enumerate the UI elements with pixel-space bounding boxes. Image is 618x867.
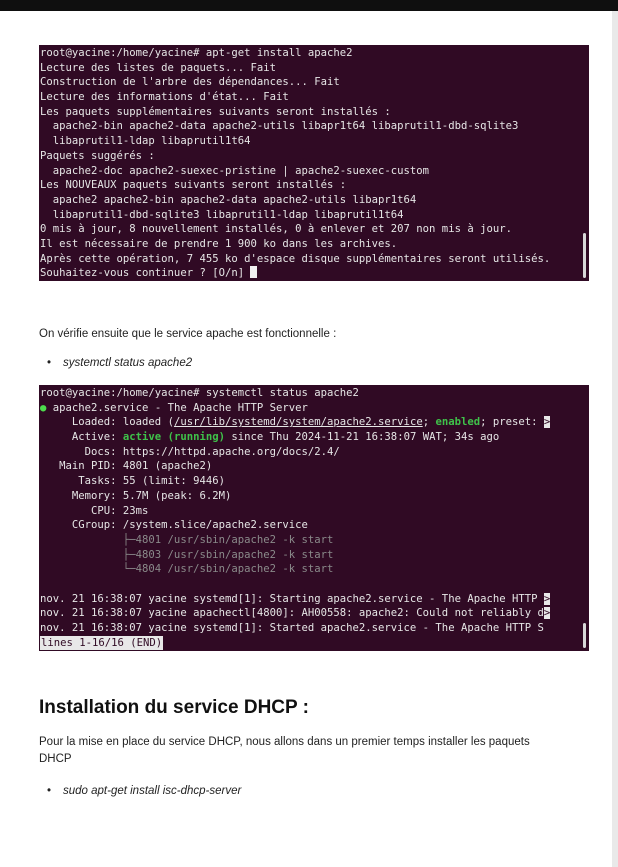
terminal-line: Les NOUVEAUX paquets suivants seront ins…	[40, 179, 347, 192]
section-heading-dhcp: Installation du service DHCP :	[39, 697, 309, 718]
log-text: nov. 21 16:38:07 yacine apachectl[4800]:…	[40, 607, 544, 620]
log-line: nov. 21 16:38:07 yacine systemd[1]: Star…	[40, 592, 589, 607]
tasks-line: Tasks: 55 (limit: 9446)	[40, 475, 225, 488]
paragraph-apache-check: On vérifie ensuite que le service apache…	[39, 328, 337, 340]
terminal-line: Lecture des informations d'état... Fait	[40, 91, 289, 104]
overflow-marker-icon: >	[543, 416, 551, 429]
pager-end-indicator: lines 1-16/16 (END)	[40, 635, 164, 651]
terminal-systemctl-status: root@yacine:/home/yacine# systemctl stat…	[39, 385, 589, 651]
loaded-text: loaded (	[122, 416, 174, 429]
terminal-scrollbar[interactable]	[583, 623, 586, 648]
service-title: apache2.service - The Apache HTTP Server	[46, 401, 308, 414]
cpu-line: CPU: 23ms	[40, 504, 149, 517]
service-line: ● apache2.service - The Apache HTTP Serv…	[40, 401, 589, 416]
terminal-line: Paquets suggérés :	[40, 149, 155, 162]
active-line: Active: active (running) since Thu 2024-…	[40, 430, 589, 445]
enabled-status: enabled	[435, 416, 481, 429]
bullet-command: sudo apt-get install isc-dhcp-server	[63, 785, 242, 797]
terminal-line: libaprutil1-dbd-sqlite3 libaprutil1-ldap…	[40, 208, 404, 221]
mainpid-line: Main PID: 4801 (apache2)	[40, 460, 213, 473]
terminal-line: Il est nécessaire de prendre 1 900 ko da…	[40, 237, 398, 250]
terminal-line: Les paquets supplémentaires suivants ser…	[40, 105, 391, 118]
log-text: nov. 21 16:38:07 yacine systemd[1]: Star…	[40, 622, 544, 634]
terminal-line: apache2 apache2-bin apache2-data apache2…	[40, 193, 417, 206]
terminal-line: Construction de l'arbre des dépendances.…	[40, 76, 340, 89]
active-since: since Thu 2024-11-21 16:38:07 WAT; 34s a…	[224, 431, 500, 444]
text-cursor	[250, 266, 258, 279]
log-text: nov. 21 16:38:07 yacine systemd[1]: Star…	[40, 592, 544, 605]
docs-label: Docs:	[40, 445, 123, 458]
active-label: Active:	[40, 431, 123, 444]
terminal-prompt: root@yacine:/home/yacine# systemctl stat…	[40, 387, 359, 399]
bullet-item: systemctl status apache2	[47, 357, 192, 369]
log-line: nov. 21 16:38:07 yacine systemd[1]: Star…	[40, 621, 589, 636]
pager-status: lines 1-16/16 (END)	[40, 635, 589, 651]
terminal-line: Après cette opération, 7 455 ko d'espace…	[40, 252, 551, 265]
memory-line: Memory: 5.7M (peak: 6.2M)	[40, 489, 232, 502]
separator: ;	[422, 416, 436, 429]
terminal-question: Souhaitez-vous continuer ? [O/n]	[40, 266, 589, 281]
terminal-line: apache2-doc apache2-suexec-pristine | ap…	[40, 164, 430, 177]
paragraph-line: Pour la mise en place du service DHCP, n…	[39, 736, 530, 748]
bullet-item: sudo apt-get install isc-dhcp-server	[47, 785, 241, 797]
terminal-line: apache2-bin apache2-data apache2-utils l…	[40, 120, 519, 133]
docs-line: Docs: https://httpd.apache.org/docs/2.4/	[40, 445, 589, 460]
loaded-label: Loaded:	[40, 416, 123, 429]
page-edge	[612, 11, 618, 867]
overflow-marker-icon: >	[543, 607, 551, 620]
docs-link[interactable]: https://httpd.apache.org/docs/2.4/	[123, 446, 340, 458]
paragraph-line: DHCP	[39, 753, 72, 765]
bullet-command: systemctl status apache2	[63, 357, 193, 369]
process-line: ├─4803 /usr/sbin/apache2 -k start	[40, 548, 334, 561]
cgroup-line: CGroup: /system.slice/apache2.service	[40, 519, 308, 532]
paragraph-dhcp: Pour la mise en place du service DHCP, n…	[39, 734, 530, 768]
terminal-prompt: root@yacine:/home/yacine# apt-get instal…	[40, 47, 353, 59]
preset-text: ; preset:	[480, 416, 544, 429]
loaded-line: Loaded: loaded (/usr/lib/systemd/system/…	[40, 415, 589, 430]
terminal-line: 0 mis à jour, 8 nouvellement installés, …	[40, 223, 512, 236]
terminal-scrollbar[interactable]	[583, 233, 586, 278]
question-text: Souhaitez-vous continuer ? [O/n]	[40, 267, 251, 280]
top-bar	[0, 0, 618, 11]
terminal-apt-install: root@yacine:/home/yacine# apt-get instal…	[39, 45, 589, 281]
unit-file-path: /usr/lib/systemd/system/apache2.service	[173, 416, 423, 429]
process-line: └─4804 /usr/sbin/apache2 -k start	[40, 563, 334, 576]
overflow-marker-icon: >	[543, 592, 551, 605]
terminal-line: libaprutil1-ldap libaprutil1t64	[40, 135, 251, 148]
log-line: nov. 21 16:38:07 yacine apachectl[4800]:…	[40, 606, 589, 621]
active-state: active (running)	[122, 431, 225, 444]
process-line: ├─4801 /usr/sbin/apache2 -k start	[40, 533, 334, 546]
terminal-line: Lecture des listes de paquets... Fait	[40, 61, 276, 74]
